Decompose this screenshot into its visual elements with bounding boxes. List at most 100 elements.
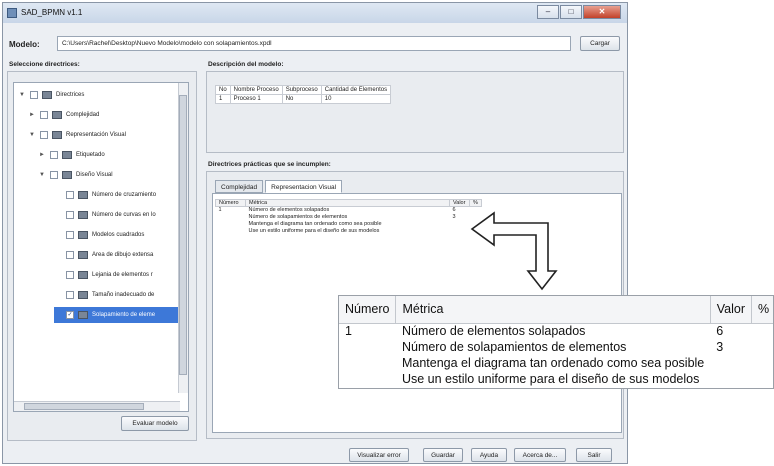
table-cell [339, 371, 396, 387]
column-header[interactable]: Nombre Proceso [229, 85, 283, 95]
column-header[interactable]: Métrica [245, 199, 450, 207]
folder-icon [78, 311, 88, 319]
table-cell [216, 221, 246, 228]
column-header[interactable]: No [215, 85, 231, 95]
tree-checkbox[interactable] [50, 151, 58, 159]
table-cell: 6 [716, 324, 724, 339]
visualize-error-button[interactable]: Visualizar error [349, 448, 409, 462]
tree-checkbox[interactable] [66, 251, 74, 259]
description-label: Descripción del modelo: [208, 61, 284, 68]
tree-item[interactable]: Lejania de elementos r [54, 267, 180, 283]
callout-arrows [470, 211, 558, 291]
column-header[interactable]: Subproceso [281, 85, 322, 95]
tree-item-label: Modelos cuadrados [92, 232, 145, 238]
tree-checkbox[interactable] [66, 291, 74, 299]
tree-item[interactable]: ✓ Solapamiento de eleme [54, 307, 180, 323]
minimize-button[interactable]: – [537, 5, 559, 19]
tree-item[interactable]: Tamaño inadecuado de [54, 287, 180, 303]
evaluate-model-button[interactable]: Evaluar modelo [121, 416, 189, 431]
window-controls: – □ ✕ [537, 5, 621, 19]
help-button[interactable]: Ayuda [471, 448, 507, 462]
exit-button[interactable]: Salir [576, 448, 612, 462]
table-cell: No [281, 94, 322, 104]
table-cell [216, 214, 246, 221]
directives-tree[interactable]: ▼ Directrices ► Complejidad ▼ Representación … [13, 82, 189, 412]
folder-icon [78, 191, 88, 199]
zoomed-metrics-table: Número Métrica Valor % 1 Número de elemen… [339, 296, 773, 387]
tab-visual-representation[interactable]: Representacion Visual [265, 180, 343, 193]
tab-complexity[interactable]: Complejidad [215, 180, 264, 193]
tree-vertical-scrollbar[interactable] [178, 83, 188, 393]
folder-icon [78, 211, 88, 219]
tree-item[interactable]: ▼ Directrices [18, 87, 180, 103]
expand-toggle-icon[interactable]: ► [28, 112, 36, 118]
table-cell [339, 355, 396, 371]
table-cell: Número de elementos solapados [401, 324, 586, 339]
table-cell [752, 323, 773, 339]
tree-item[interactable]: ▼ Diseño Visual [38, 167, 180, 183]
tree-item[interactable]: ► Complejidad [28, 107, 180, 123]
tree-checkbox[interactable] [66, 271, 74, 279]
column-header[interactable]: Número [215, 199, 246, 207]
tree-item-label: Complejidad [66, 112, 100, 118]
metrics-table: Número Métrica Valor % 1 Número de elemen… [215, 199, 482, 235]
table-row[interactable]: 1 Número de elementos solapados 6 [216, 207, 482, 214]
tree-item-label: Lejania de elementos r [92, 272, 153, 278]
table-cell [216, 228, 246, 235]
tree-checkbox[interactable]: ✓ [66, 311, 74, 319]
tree-checkbox[interactable] [66, 191, 74, 199]
tree-item[interactable]: Modelos cuadrados [54, 227, 180, 243]
tree-scroll-thumb[interactable] [179, 95, 187, 375]
tree-checkbox[interactable] [40, 111, 48, 119]
table-cell: 10 [320, 94, 392, 104]
table-cell [752, 371, 773, 387]
tree-item[interactable]: Número de curvas en lo [54, 207, 180, 223]
tree-item-label: Número de curvas en lo [92, 212, 156, 218]
tree-checkbox[interactable] [30, 91, 38, 99]
table-cell [710, 371, 751, 387]
app-icon [7, 8, 17, 18]
column-header[interactable]: Cantidad de Elementos [320, 85, 392, 95]
tree-item[interactable]: ► Etiquetado [38, 147, 180, 163]
load-button[interactable]: Cargar [580, 36, 620, 51]
tree-item-label: Area de dibujo extensa [92, 252, 154, 258]
tree-checkbox[interactable] [66, 211, 74, 219]
table-row[interactable]: Número de solapamientos de elementos 3 [216, 214, 482, 221]
folder-icon [78, 271, 88, 279]
folder-icon [52, 111, 62, 119]
tree-checkbox[interactable] [66, 231, 74, 239]
tree-item-label: Etiquetado [76, 152, 105, 158]
tree-horizontal-scrollbar[interactable] [14, 401, 180, 411]
expand-toggle-icon[interactable]: ▼ [38, 172, 46, 178]
table-row[interactable]: Use un estilo uniforme para el diseño de… [339, 371, 773, 387]
title-bar[interactable]: SAD_BPMN v1.1 – □ ✕ [3, 3, 627, 23]
table-row[interactable]: 1 Proceso 1 No 10 [215, 94, 392, 104]
table-row[interactable]: Use un estilo uniforme para el diseño de… [216, 228, 482, 235]
tree-item[interactable]: Area de dibujo extensa [54, 247, 180, 263]
tree-item[interactable]: ▼ Representación Visual [28, 127, 180, 143]
table-cell: Mantenga el diagrama tan ordenado como s… [248, 221, 382, 227]
maximize-button[interactable]: □ [560, 5, 582, 19]
expand-toggle-icon[interactable]: ▼ [18, 92, 26, 98]
table-row[interactable]: Mantenga el diagrama tan ordenado como s… [339, 355, 773, 371]
tree-checkbox[interactable] [50, 171, 58, 179]
table-cell: 1 [345, 324, 352, 339]
table-row[interactable]: Número de solapamientos de elementos 3 [339, 339, 773, 355]
tree-item[interactable]: Número de cruzamiento [54, 187, 180, 203]
column-header: Valor [710, 296, 753, 324]
table-row[interactable]: Mantenga el diagrama tan ordenado como s… [216, 221, 482, 228]
table-cell: 1 [218, 207, 222, 214]
zoomed-metrics-callout: Número Métrica Valor % 1 Número de elemen… [338, 295, 774, 389]
save-button[interactable]: Guardar [423, 448, 463, 462]
tree-checkbox[interactable] [40, 131, 48, 139]
model-path-input[interactable] [57, 36, 571, 51]
table-cell: Proceso 1 [229, 94, 283, 104]
folder-icon [62, 171, 72, 179]
table-row[interactable]: 1 Número de elementos solapados 6 [339, 323, 773, 339]
close-button[interactable]: ✕ [583, 5, 621, 19]
expand-toggle-icon[interactable]: ▼ [28, 132, 36, 138]
expand-toggle-icon[interactable]: ► [38, 152, 46, 158]
tree-item-label: Tamaño inadecuado de [92, 292, 155, 298]
tree-hscroll-thumb[interactable] [24, 403, 144, 410]
about-button[interactable]: Acerca de... [514, 448, 566, 462]
